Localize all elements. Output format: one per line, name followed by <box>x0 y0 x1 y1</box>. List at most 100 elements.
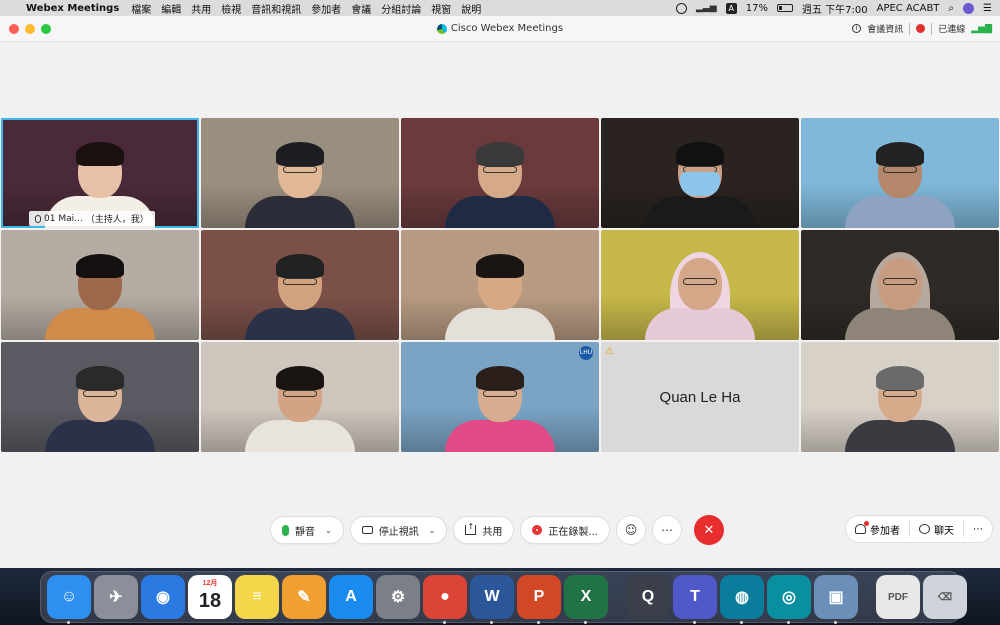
video-tile[interactable] <box>401 118 599 228</box>
close-icon: ✕ <box>703 522 715 538</box>
chat-icon <box>919 524 930 534</box>
close-window-button[interactable] <box>9 23 19 34</box>
menu-help[interactable]: 說明 <box>461 1 481 16</box>
quicktime-icon[interactable]: Q <box>626 575 670 619</box>
control-center-icon[interactable]: ☰ <box>983 3 992 14</box>
connection-signal-icon[interactable]: ▂▅▇ <box>971 24 992 34</box>
share-icon: ↑ <box>465 523 477 535</box>
notes-icon[interactable]: ≡ <box>235 575 279 619</box>
participant-hair <box>76 254 124 278</box>
end-meeting-button[interactable]: ✕ <box>693 515 724 545</box>
menu-edit[interactable]: 編輯 <box>161 1 181 16</box>
participant-video <box>445 132 555 228</box>
info-icon[interactable]: i <box>852 24 862 33</box>
video-tile[interactable]: LHU <box>401 342 599 452</box>
video-tile[interactable] <box>201 230 399 340</box>
video-tile[interactable] <box>201 342 399 452</box>
chat-button[interactable]: 聊天 <box>910 516 963 542</box>
signal-icon[interactable]: ▂▃▅ <box>696 3 717 13</box>
menu-window[interactable]: 視窗 <box>431 1 451 16</box>
video-grid: 01 Mai... （主持人，我） LHU ⚠ Quan Le Ha <box>0 118 1000 452</box>
macos-dock: ☺ ✈ ◉ 12月 18 ≡ ✎ A ⚙ ● W P X Q T ◍ ◎ ▣ PDF ⌫ <box>40 571 967 624</box>
menu-breakout[interactable]: 分組討論 <box>381 1 421 16</box>
participant-hair <box>476 366 524 390</box>
teams-icon[interactable]: T <box>673 575 717 624</box>
chrome-icon[interactable]: ● <box>423 575 467 624</box>
menu-view[interactable]: 檢視 <box>221 1 241 16</box>
dock-glyph: ● <box>440 588 450 605</box>
dock-glyph: Q <box>641 588 655 605</box>
connection-status[interactable]: 已連線 <box>938 22 965 35</box>
video-tile[interactable]: ⚠ Quan Le Ha <box>601 342 799 452</box>
panel-more-button[interactable]: ⋯ <box>964 516 992 542</box>
mute-button[interactable]: 靜音 ⌄ <box>270 516 344 544</box>
participant-video <box>645 132 755 228</box>
meeting-info-link[interactable]: 會議資訊 <box>867 22 903 35</box>
minimize-window-button[interactable] <box>25 23 35 34</box>
trash-icon[interactable]: ⌫ <box>923 575 967 619</box>
control-bar-right: 參加者 聊天 ⋯ <box>845 515 993 543</box>
app-store-icon[interactable]: A <box>329 575 373 619</box>
webex-meetings-icon[interactable]: ◎ <box>767 575 811 624</box>
spotlight-icon[interactable]: ⌕ <box>948 3 954 14</box>
powerpoint-icon[interactable]: P <box>517 575 561 624</box>
more-options-button[interactable]: ⋯ <box>651 515 682 545</box>
calendar-icon[interactable]: 12月 18 <box>188 575 232 619</box>
launchpad-icon[interactable]: ✈ <box>94 575 138 619</box>
video-tile[interactable] <box>601 118 799 228</box>
video-tile[interactable] <box>1 230 199 340</box>
recording-button[interactable]: 正在錄製... <box>520 516 610 544</box>
video-tile[interactable] <box>801 118 999 228</box>
system-preferences-icon[interactable]: ⚙ <box>376 575 420 619</box>
excel-icon[interactable]: X <box>564 575 608 624</box>
input-source-icon[interactable]: A <box>725 2 737 14</box>
participant-name-tag: 01 Mai... （主持人，我） <box>29 211 155 226</box>
window-controls <box>0 23 51 34</box>
menubar-clock[interactable]: 週五 下午7:00 <box>802 1 868 16</box>
webex-icon[interactable]: ◍ <box>720 575 764 624</box>
participant-body <box>645 196 755 228</box>
recording-indicator-icon[interactable] <box>916 24 926 33</box>
video-tile[interactable] <box>1 342 199 452</box>
reactions-button[interactable]: ☺ <box>615 515 646 545</box>
menu-participants[interactable]: 參加者 <box>311 1 341 16</box>
chevron-down-icon[interactable]: ⌄ <box>429 526 436 535</box>
participant-video <box>45 356 155 452</box>
video-tile[interactable] <box>601 230 799 340</box>
participant-hair <box>276 254 324 278</box>
share-button[interactable]: ↑ 共用 <box>453 516 515 544</box>
pdf-document-icon[interactable]: PDF <box>876 575 920 619</box>
chevron-down-icon[interactable]: ⌄ <box>325 526 332 535</box>
battery-icon[interactable] <box>776 4 793 12</box>
preview-icon[interactable]: ▣ <box>814 575 858 624</box>
menubar-user[interactable]: APEC ACABT <box>877 3 940 14</box>
dock-glyph: PDF <box>888 591 908 603</box>
word-icon[interactable]: W <box>470 575 514 624</box>
participant-video <box>45 244 155 340</box>
dock-glyph: T <box>690 588 700 605</box>
video-tile[interactable] <box>801 230 999 340</box>
participants-button[interactable]: 參加者 <box>846 516 909 542</box>
menu-share[interactable]: 共用 <box>191 1 211 16</box>
video-tile[interactable] <box>201 118 399 228</box>
stop-video-button[interactable]: 停止視訊 ⌄ <box>349 516 448 544</box>
menu-file[interactable]: 檔案 <box>131 1 151 16</box>
fullscreen-window-button[interactable] <box>41 23 51 34</box>
siri-icon[interactable] <box>963 2 975 14</box>
video-tile[interactable] <box>801 342 999 452</box>
running-indicator <box>490 621 493 624</box>
participant-video <box>645 244 755 340</box>
menu-audio-video[interactable]: 音訊和視訊 <box>251 1 301 16</box>
finder-icon[interactable]: ☺ <box>47 575 91 624</box>
webex-status-icon[interactable] <box>675 2 687 14</box>
video-tile[interactable]: 01 Mai... （主持人，我） <box>1 118 199 228</box>
menu-meeting[interactable]: 會議 <box>351 1 371 16</box>
pages-icon[interactable]: ✎ <box>282 575 326 619</box>
participant-hair <box>276 366 324 390</box>
video-tile[interactable] <box>401 230 599 340</box>
participant-hair <box>476 254 524 278</box>
participant-body <box>445 420 555 452</box>
safari-icon[interactable]: ◉ <box>141 575 185 619</box>
menu-app-name[interactable]: Webex Meetings <box>26 3 119 14</box>
dock-glyph: W <box>484 588 500 605</box>
